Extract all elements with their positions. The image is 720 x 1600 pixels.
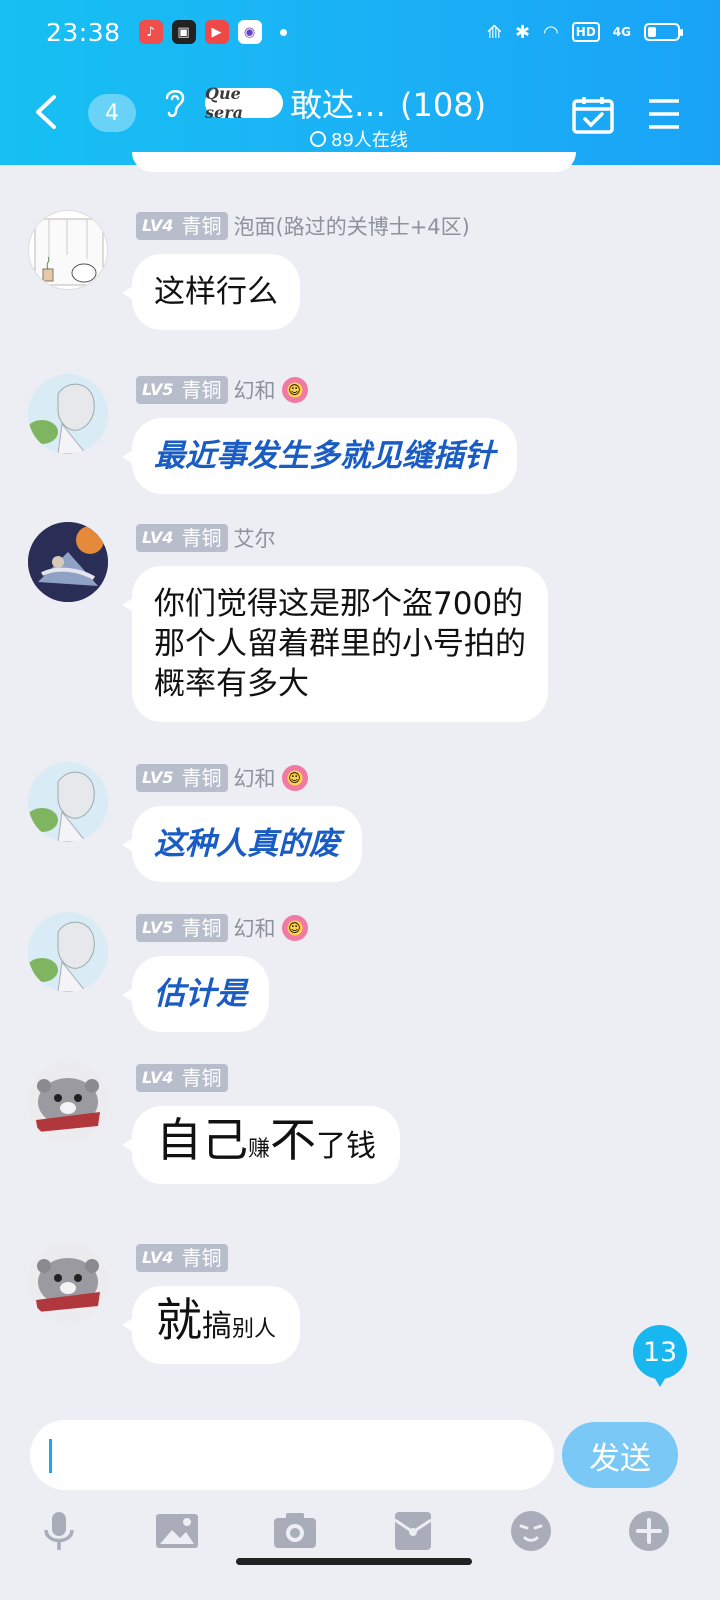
sender-info: LV4 青铜: [136, 1244, 228, 1272]
avatar[interactable]: [28, 1062, 108, 1142]
message-line: 那个人留着群里的小号拍的: [154, 626, 526, 662]
sender-name[interactable]: 艾尔: [234, 523, 276, 553]
sender-name[interactable]: 泡面(路过的关博士+4区): [234, 211, 470, 241]
message-bubble[interactable]: 自己赚不了钱: [121, 1106, 401, 1184]
silver-hair-avatar-image: [28, 762, 108, 842]
message-text: 最近事发生多就见缝插针: [154, 438, 495, 474]
tv-app-icon: ▣: [171, 20, 196, 44]
message-bubble[interactable]: 这种人真的废: [122, 806, 362, 882]
camera-icon[interactable]: [272, 1508, 318, 1554]
level-badge: LV5 青铜: [136, 914, 228, 942]
music-app-icon: ♪: [138, 20, 163, 44]
battery-fill: [648, 27, 657, 37]
message-bubble[interactable]: 估计是: [122, 956, 269, 1032]
hd-icon: HD: [571, 22, 600, 42]
signal-label: 4G: [612, 25, 631, 39]
flower-badge-icon: ☺: [281, 377, 308, 403]
message-line: 概率有多大: [154, 666, 309, 702]
level-badge: LV5 青铜: [136, 764, 228, 792]
online-indicator-icon: [310, 131, 326, 147]
level-badge: LV4 青铜: [136, 212, 228, 240]
message-bubble[interactable]: 最近事发生多就见缝插针: [122, 418, 517, 494]
back-icon[interactable]: [32, 94, 60, 130]
hamburger-icon[interactable]: [647, 98, 681, 130]
video-app-icon: ▶: [204, 20, 229, 44]
notification-icons: ♪ ▣ ▶ ◉: [138, 20, 262, 44]
new-messages-badge[interactable]: 13: [633, 1325, 687, 1387]
sender-info: LV5 青铜 幻和 ☺: [136, 376, 308, 404]
avatar[interactable]: [28, 1242, 108, 1322]
sender-info: LV4 青铜 泡面(路过的关博士+4区): [136, 212, 470, 240]
hamster-avatar-image: [28, 1242, 108, 1322]
message-line: 你们觉得这是那个盗700的: [154, 586, 524, 622]
browser-app-icon: ◉: [237, 20, 262, 44]
member-count: (108): [400, 86, 487, 124]
battery-icon: [644, 23, 683, 41]
text-cursor: [49, 1439, 52, 1473]
avatar[interactable]: [28, 762, 108, 842]
silver-hair-avatar-image: [28, 374, 108, 454]
message-bubble[interactable]: 这样行么: [122, 254, 300, 330]
message-fragment: 别人: [232, 1317, 277, 1342]
message-text: 这种人真的废: [154, 826, 340, 862]
message-fragment: 搞: [202, 1309, 232, 1344]
window-cat-avatar-image: [34, 218, 104, 286]
plus-icon[interactable]: [626, 1508, 672, 1554]
avatar[interactable]: [28, 522, 108, 602]
sender-name[interactable]: 幻和: [234, 913, 276, 943]
avatar[interactable]: [28, 912, 108, 992]
avatar[interactable]: [28, 210, 108, 290]
calendar-check-icon[interactable]: [572, 96, 614, 134]
ear-icon[interactable]: [163, 86, 187, 120]
clock: 23:38: [46, 17, 121, 47]
wifi-icon: ◠: [543, 21, 559, 43]
mute-vibrate-icon: ⟰: [486, 21, 502, 43]
group-logo: Que sera: [205, 84, 283, 122]
group-title[interactable]: 敢达… (108): [290, 80, 486, 126]
sender-info: LV5 青铜 幻和 ☺: [136, 914, 308, 942]
message-input[interactable]: [30, 1420, 554, 1490]
image-icon[interactable]: [154, 1508, 200, 1554]
online-count: 89人在线: [310, 126, 408, 152]
online-text: 89人在线: [331, 130, 408, 151]
bluetooth-icon: ✱: [514, 21, 531, 43]
message-fragment: 自己: [156, 1113, 248, 1167]
microphone-icon[interactable]: [36, 1508, 82, 1554]
level-badge: LV5 青铜: [136, 376, 228, 404]
avatar[interactable]: [28, 374, 108, 454]
message-fragment: 了钱: [316, 1129, 377, 1164]
sender-info: LV4 青铜 艾尔: [136, 524, 276, 552]
message-text: 这样行么: [154, 274, 278, 310]
hamster-avatar-image: [28, 1062, 108, 1142]
group-name: 敢达…: [290, 86, 387, 124]
sender-info: LV4 青铜: [136, 1064, 228, 1092]
status-bar: 23:38 ♪ ▣ ▶ ◉ ⟰ ✱ ◠ HD 4G: [46, 14, 683, 50]
level-badge: LV4 青铜: [136, 1064, 228, 1092]
more-notifications-dot: [279, 28, 287, 36]
previous-message-bubble: [132, 152, 576, 172]
message-bubble[interactable]: 就搞别人: [121, 1286, 301, 1364]
level-badge: LV4 青铜: [136, 524, 228, 552]
flower-badge-icon: ☺: [281, 765, 308, 791]
flower-badge-icon: ☺: [281, 915, 308, 941]
send-button[interactable]: 发送: [562, 1422, 678, 1488]
message-fragment: 不: [270, 1113, 317, 1167]
message-fragment: 就: [156, 1293, 202, 1347]
red-packet-icon[interactable]: [390, 1508, 436, 1554]
sender-info: LV5 青铜 幻和 ☺: [136, 764, 308, 792]
level-badge: LV4 青铜: [136, 1244, 228, 1272]
chat-header: 23:38 ♪ ▣ ▶ ◉ ⟰ ✱ ◠ HD 4G 4 Que sera 敢达……: [0, 0, 720, 165]
sender-name[interactable]: 幻和: [234, 375, 276, 405]
emoji-icon[interactable]: [508, 1508, 554, 1554]
sender-name[interactable]: 幻和: [234, 763, 276, 793]
unread-badge[interactable]: 4: [88, 94, 136, 132]
home-indicator[interactable]: [236, 1558, 472, 1565]
message-fragment: 赚: [248, 1137, 271, 1162]
anime-scene-avatar-image: [28, 522, 108, 602]
message-bubble[interactable]: 你们觉得这是那个盗700的 那个人留着群里的小号拍的 概率有多大: [122, 566, 548, 722]
composer-toolbar: [0, 1500, 720, 1560]
message-text: 估计是: [154, 976, 247, 1012]
system-icons: ⟰ ✱ ◠ HD 4G: [486, 21, 683, 43]
silver-hair-avatar-image: [28, 912, 108, 992]
